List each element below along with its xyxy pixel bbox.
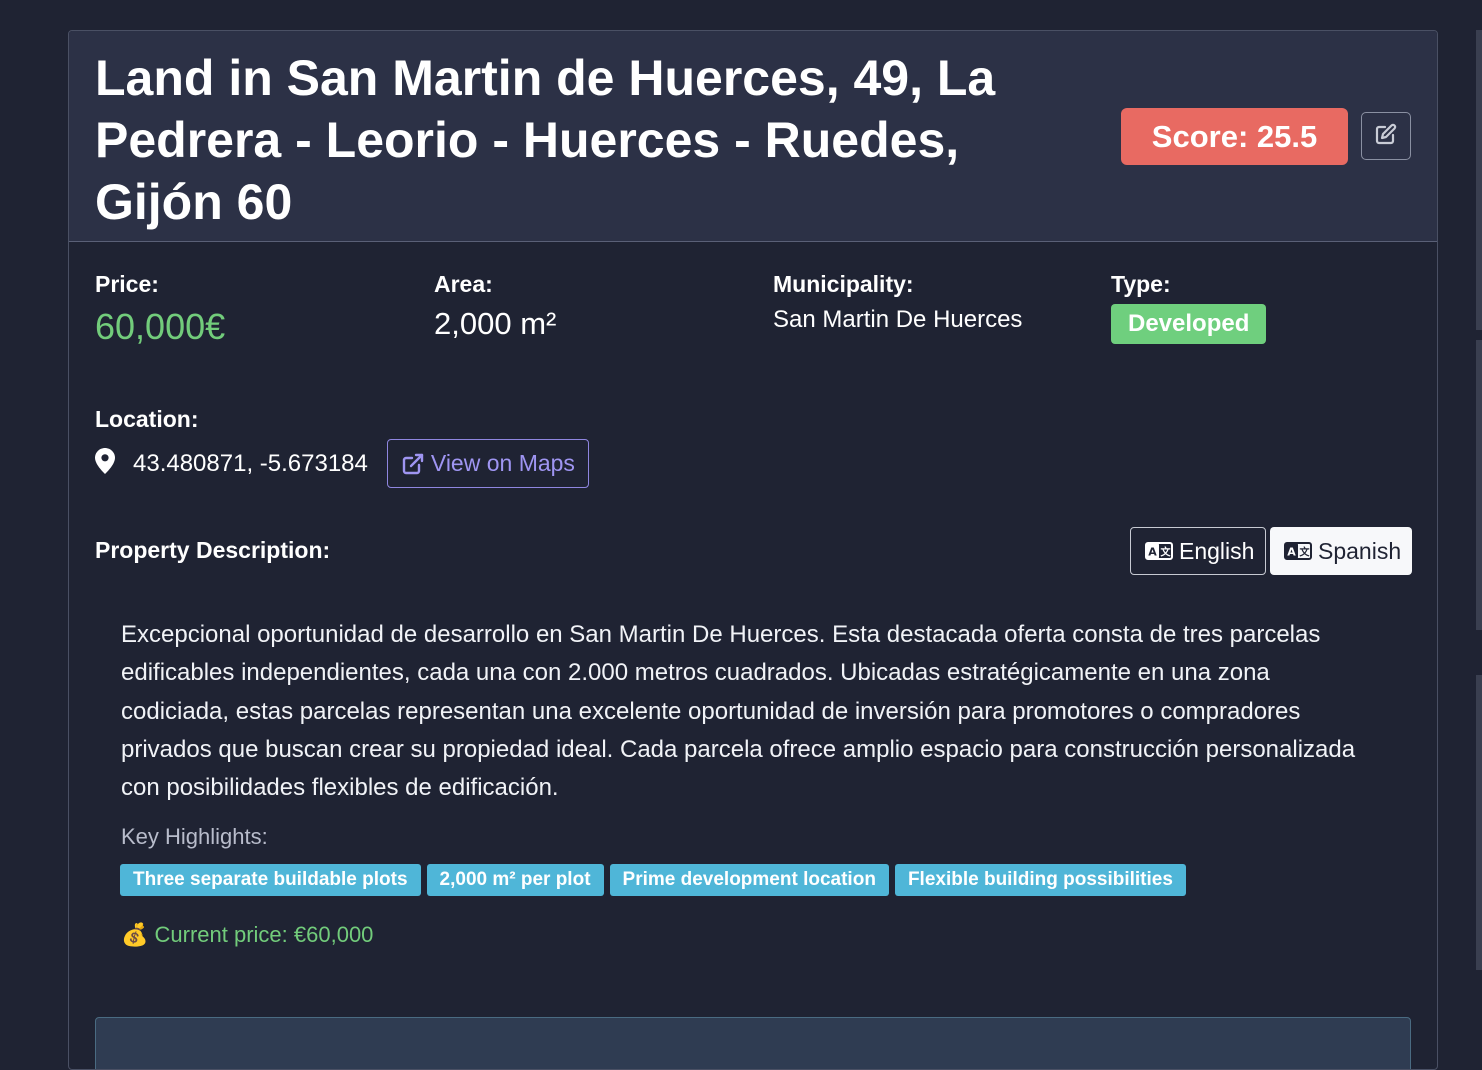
language-english-button[interactable]: A 文 English bbox=[1130, 527, 1266, 575]
bottom-panel bbox=[95, 1017, 1411, 1069]
language-english-label: English bbox=[1179, 537, 1255, 564]
area-value: 2,000 m² bbox=[434, 306, 557, 341]
type-badge: Developed bbox=[1111, 304, 1267, 344]
language-toggle: A 文 English A 文 Spanish bbox=[1130, 527, 1412, 575]
area-field: Area: 2,000 m² bbox=[434, 271, 556, 342]
description-label: Property Description: bbox=[95, 537, 331, 563]
description-text: Excepcional oportunidad de desarrollo en… bbox=[121, 621, 1356, 802]
language-spanish-button[interactable]: A 文 Spanish bbox=[1270, 527, 1412, 575]
edit-button[interactable] bbox=[1361, 112, 1411, 160]
type-label: Type: bbox=[1111, 271, 1171, 297]
highlight-tag: Prime development location bbox=[609, 864, 889, 896]
external-link-icon bbox=[401, 452, 425, 476]
scrollbar-edge bbox=[1476, 30, 1482, 330]
location-label: Location: bbox=[95, 406, 199, 432]
property-card: Land in San Martin de Huerces, 49, La Pe… bbox=[68, 30, 1438, 1070]
municipality-value: San Martin De Huerces bbox=[773, 306, 1023, 333]
highlight-tag: Three separate buildable plots bbox=[120, 864, 421, 896]
location-field: Location: 43.480871, -5.673184 View on M… bbox=[95, 406, 589, 488]
price-label: Price: bbox=[95, 271, 159, 297]
score-badge: Score: 25.5 bbox=[1121, 108, 1348, 165]
type-field: Type: Developed bbox=[1111, 271, 1267, 344]
highlight-tag: 2,000 m² per plot bbox=[426, 864, 604, 896]
highlight-tag: Flexible building possibilities bbox=[894, 864, 1186, 896]
scrollbar-edge bbox=[1476, 675, 1482, 970]
property-title: Land in San Martin de Huerces, 49, La Pe… bbox=[95, 50, 996, 230]
svg-text:文: 文 bbox=[1161, 546, 1172, 559]
map-pin-icon bbox=[95, 448, 115, 479]
highlight-tags: Three separate buildable plots 2,000 m² … bbox=[120, 864, 1192, 896]
view-on-maps-button[interactable]: View on Maps bbox=[386, 439, 589, 488]
price-field: Price: 60,000€ bbox=[95, 271, 225, 348]
scrollbar-edge bbox=[1476, 340, 1482, 630]
card-header: Land in San Martin de Huerces, 49, La Pe… bbox=[69, 31, 1437, 242]
area-label: Area: bbox=[434, 271, 493, 297]
key-highlights-label: Key Highlights: bbox=[121, 824, 268, 849]
svg-text:文: 文 bbox=[1300, 546, 1311, 559]
current-price-note: 💰 Current price: €60,000 bbox=[121, 922, 374, 947]
edit-icon bbox=[1374, 122, 1398, 151]
translate-icon: A 文 bbox=[1284, 542, 1312, 560]
coordinates: 43.480871, -5.673184 bbox=[133, 449, 368, 477]
svg-text:A: A bbox=[1287, 546, 1296, 559]
translate-icon: A 文 bbox=[1145, 542, 1173, 560]
price-value: 60,000€ bbox=[95, 306, 226, 347]
view-on-maps-label: View on Maps bbox=[430, 450, 575, 476]
language-spanish-label: Spanish bbox=[1318, 537, 1402, 564]
municipality-label: Municipality: bbox=[773, 271, 914, 297]
location-row: 43.480871, -5.673184 View on Maps bbox=[95, 439, 589, 488]
svg-text:A: A bbox=[1148, 546, 1157, 559]
municipality-field: Municipality: San Martin De Huerces bbox=[773, 271, 1022, 334]
